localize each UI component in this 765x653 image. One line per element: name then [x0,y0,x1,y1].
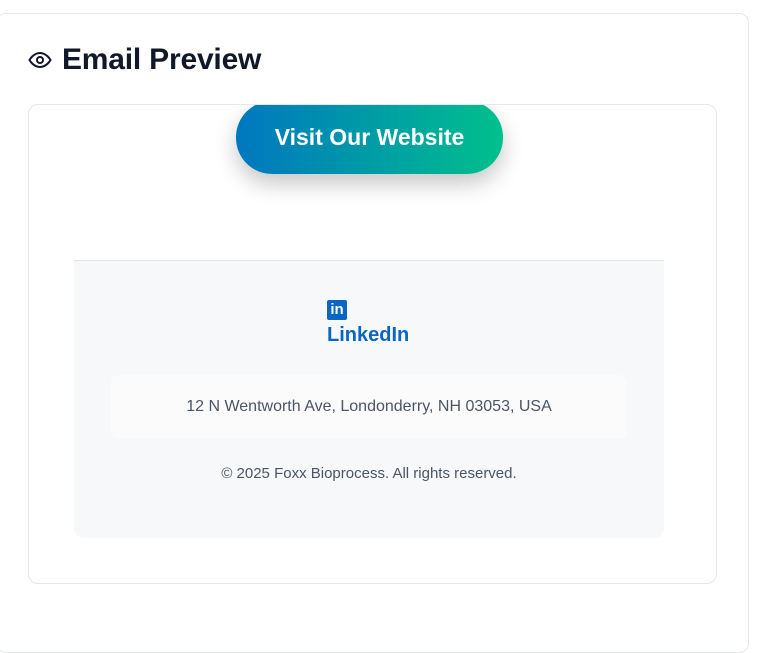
visit-website-button[interactable]: Visit Our Website [236,105,503,174]
email-footer: in LinkedIn 12 N Wentworth Ave, Londonde… [74,260,664,538]
eye-icon [28,48,52,72]
linkedin-icon: in [327,300,347,320]
panel-header: Email Preview [28,40,261,80]
address-text: 12 N Wentworth Ave, Londonderry, NH 0305… [186,398,552,415]
address-box: 12 N Wentworth Ave, Londonderry, NH 0305… [111,375,627,439]
linkedin-label: LinkedIn [327,324,410,346]
page-title: Email Preview [62,43,262,76]
copyright-text: © 2025 Foxx Bioprocess. All rights reser… [221,465,517,482]
email-preview-card: Visit Our Website in LinkedIn 12 N Wentw… [28,104,717,584]
linkedin-link[interactable]: in LinkedIn [327,300,409,347]
